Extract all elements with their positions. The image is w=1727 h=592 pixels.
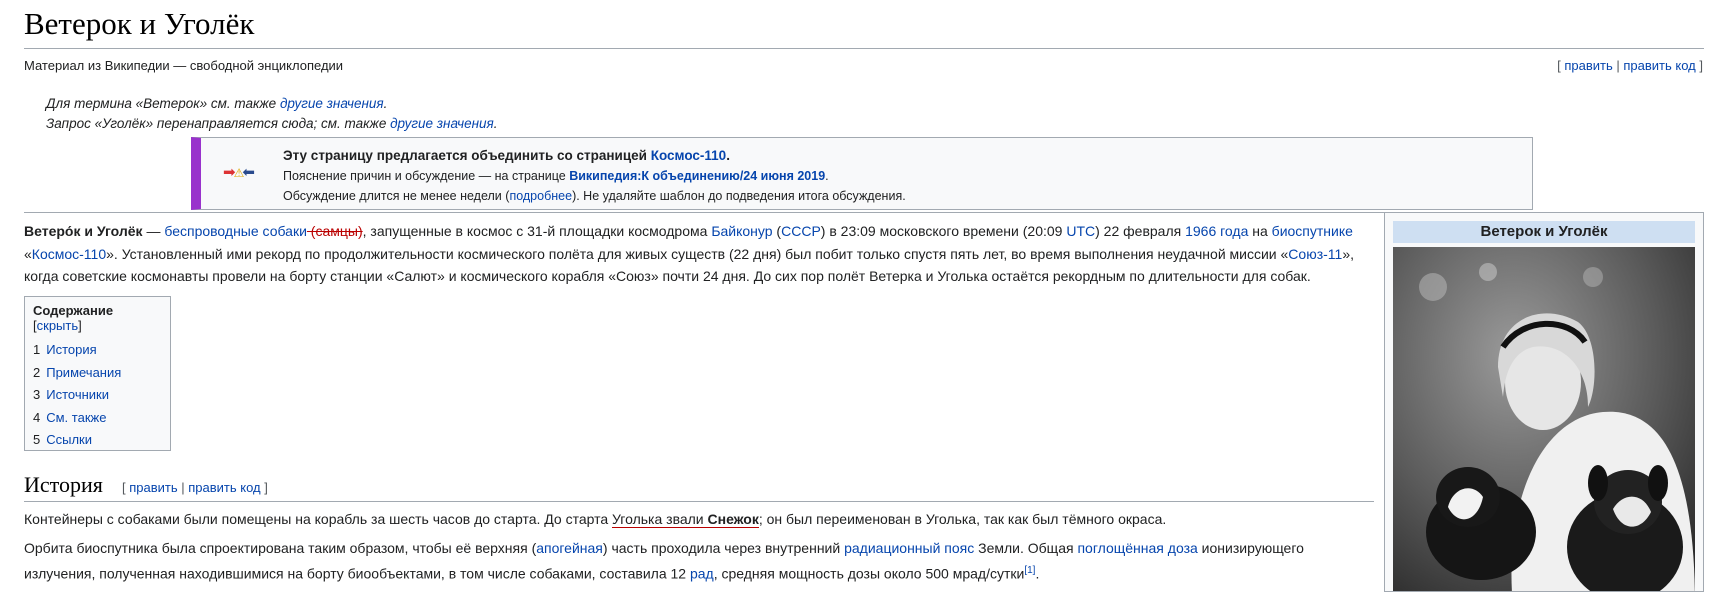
toc-title: Содержание [33,303,114,318]
lead-text: — [142,223,165,239]
toc-link[interactable]: Источники [46,387,109,402]
toc-bracket: ] [78,318,82,333]
link-radiation-belt[interactable]: радиационный пояс [844,540,974,556]
section-divider [24,501,1374,502]
merge-details-link[interactable]: подробнее [509,189,572,203]
page-title: Ветерок и Уголёк [24,6,255,41]
content-divider [24,212,1384,213]
edit-link[interactable]: править [1564,58,1612,73]
merge-line-1: Эту страницу предлагается объединить со … [283,146,906,166]
link-biosatellite[interactable]: биоспутнике [1272,223,1353,239]
merge-line-3-text: Обсуждение длится не менее недели ( [283,189,510,203]
link-baikonur[interactable]: Байконур [711,223,772,239]
merge-line-1-end: . [726,148,730,163]
toc-number: 3 [33,387,41,402]
merge-text: Эту страницу предлагается объединить со … [283,146,906,206]
para-text: Контейнеры с собаками были помещены на к… [24,511,613,527]
dogs-photo-image [1393,247,1695,591]
toc-item-history[interactable]: 1 История [33,339,162,362]
tagline: Материал из Википедии — свободной энцикл… [24,58,344,73]
separator: | [1612,58,1624,73]
link-rad[interactable]: рад [690,565,714,581]
infobox-photo[interactable] [1393,247,1695,591]
table-of-contents: Содержание [скрыть] 1 История 2 Примечания… [24,296,171,451]
para-text: , средняя мощность дозы около 500 мрад/с… [713,565,1025,582]
para-text: ) часть проходила через внутренний [602,540,845,556]
merge-line-2-text: Пояснение причин и обсуждение — на стран… [283,169,570,183]
link-wireless-dogs[interactable]: беспроводные собаки [164,223,307,239]
lead-text: на [1248,223,1272,239]
toc-header: Содержание [скрыть] [33,303,162,333]
toc-link[interactable]: См. также [46,410,106,425]
infobox: Ветерок и Уголёк [1384,212,1704,592]
toc-item-sources[interactable]: 3 Источники [33,384,162,407]
title-divider [24,48,1704,49]
strike-text: (самцы) [306,223,363,239]
merge-arrows-icon: ➡⚠⬅ [223,164,255,181]
merge-line-3-end: ). Не удаляйте шаблон до подведения итог… [572,189,906,203]
bold-name-snezhok: Снежок [707,511,759,528]
link-1966[interactable]: 1966 года [1185,223,1248,239]
merge-notice: ➡⚠⬅ Эту страницу предлагается объединить… [191,137,1533,210]
para-text: Земли. Общая [974,540,1078,556]
lead-text: ( [772,223,782,239]
infobox-title: Ветерок и Уголёк [1393,221,1695,243]
hatnote-text: Для термина «Ветерок» см. также [46,96,280,111]
link-apogee[interactable]: апогейная [536,540,603,556]
history-paragraph-1: Контейнеры с собаками были помещены на к… [24,508,1374,531]
section-heading-history: История [24,472,103,497]
link-utc[interactable]: UTC [1066,223,1095,239]
link-absorbed-dose[interactable]: поглощённая доза [1077,540,1197,556]
underlined-text: Уголька звали [612,511,708,528]
lead-text: ) в 23:09 московского времени (20:09 [820,223,1067,239]
hatnote-end: . [493,116,498,131]
toc-item-see-also[interactable]: 4 См. также [33,407,162,430]
hatnote-veterok: Для термина «Ветерок» см. также другие з… [46,96,387,111]
para-text: ; он был переименован в Уголька, так как… [758,511,1167,527]
toc-number: 1 [33,342,41,357]
merge-line-2: Пояснение причин и обсуждение — на стран… [283,166,906,186]
disambig-link[interactable]: другие значения [390,116,494,131]
lead-bold-title: Ветеро́к и Уголёк [24,223,143,239]
toc-number: 5 [33,432,41,447]
toc-number: 2 [33,364,41,380]
toc-item-links[interactable]: 5 Ссылки [33,429,162,452]
merge-line-3: Обсуждение длится не менее недели (подро… [283,186,906,206]
lead-text: , запущенные в космос с 31-й площадки ко… [362,223,712,239]
section-edit-source-link[interactable]: править код [188,480,260,495]
toc-hide-toggle[interactable]: скрыть [37,318,79,333]
merge-discussion-link[interactable]: Википедия:К объединению/24 июня 2019 [569,169,825,183]
toc-number: 4 [33,409,41,425]
lead-paragraph: Ветеро́к и Уголёк — беспроводные собаки … [24,220,1379,288]
toc-link[interactable]: Ссылки [46,432,92,447]
bracket-close: ] [1695,58,1703,73]
page-edit-links: [ править | править код ] [1557,58,1703,73]
lead-text: ». Установленный ими рекорд по продолжит… [106,245,1289,262]
bracket-close: ] [260,480,268,495]
toc-link[interactable]: История [46,342,96,357]
link-kosmos-110[interactable]: Космос-110 [32,246,106,262]
link-ussr[interactable]: СССР [781,223,821,239]
merge-target-link[interactable]: Космос-110 [651,148,726,163]
footnote-link[interactable]: [1] [1024,565,1035,576]
separator: | [177,480,189,495]
section-edit-links: [ править | править код ] [122,480,268,495]
lead-text: « [24,245,32,262]
toc-item-notes[interactable]: 2 Примечания [33,362,162,385]
lead-text: ) 22 февраля [1095,223,1186,239]
toc-link[interactable]: Примечания [46,365,121,380]
merge-line-1-text: Эту страницу предлагается объединить со … [283,148,651,163]
hatnote-ugolek: Запрос «Уголёк» перенаправляется сюда; с… [46,116,498,131]
section-edit-link[interactable]: править [129,480,177,495]
disambig-link[interactable]: другие значения [280,96,384,111]
edit-source-link[interactable]: править код [1623,58,1695,73]
para-text: . [1035,565,1040,582]
merge-line-2-end: . [825,169,829,183]
link-soyuz-11[interactable]: Союз-11 [1288,246,1342,262]
para-text: Орбита биоспутника была спроектирована т… [24,540,537,556]
hatnote-end: . [383,96,388,111]
history-paragraph-2: Орбита биоспутника была спроектирована т… [24,537,1374,585]
hatnote-text: Запрос «Уголёк» перенаправляется сюда; с… [46,116,391,131]
